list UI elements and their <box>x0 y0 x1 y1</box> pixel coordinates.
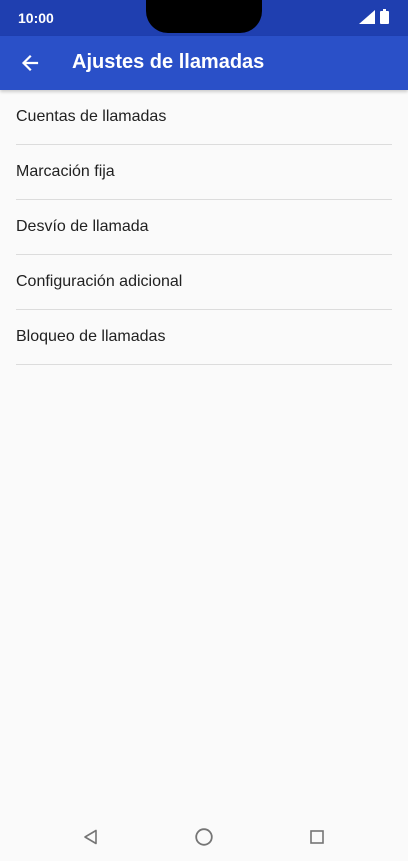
list-item-desvio-de-llamada[interactable]: Desvío de llamada <box>16 200 392 255</box>
list-item-label: Cuentas de llamadas <box>16 108 167 125</box>
list-item-label: Marcación fija <box>16 163 115 180</box>
status-time: 10:00 <box>18 10 54 26</box>
nav-back-icon <box>84 829 97 845</box>
display-notch <box>146 0 262 33</box>
back-button[interactable] <box>12 45 48 81</box>
app-bar: Ajustes de llamadas <box>0 36 408 90</box>
nav-recents-icon <box>310 830 324 844</box>
nav-home-button[interactable] <box>192 825 216 849</box>
list-item-configuracion-adicional[interactable]: Configuración adicional <box>16 255 392 310</box>
nav-back-button[interactable] <box>79 825 103 849</box>
list-item-label: Desvío de llamada <box>16 218 149 235</box>
nav-home-icon <box>195 828 213 846</box>
status-bar: 10:00 <box>0 0 408 36</box>
list-item-label: Configuración adicional <box>16 273 183 290</box>
page-title: Ajustes de llamadas <box>72 51 265 73</box>
nav-recents-button[interactable] <box>305 825 329 849</box>
list-item-bloqueo-de-llamadas[interactable]: Bloqueo de llamadas <box>16 310 392 365</box>
signal-icon <box>359 10 375 24</box>
navigation-bar <box>0 813 408 861</box>
list-item-marcacion-fija[interactable]: Marcación fija <box>16 145 392 200</box>
list-item-label: Bloqueo de llamadas <box>16 328 166 345</box>
settings-list: Cuentas de llamadas Marcación fija Desví… <box>16 90 392 365</box>
battery-icon <box>380 9 389 24</box>
arrow-back-icon <box>21 54 39 72</box>
list-item-cuentas-de-llamadas[interactable]: Cuentas de llamadas <box>16 90 392 145</box>
